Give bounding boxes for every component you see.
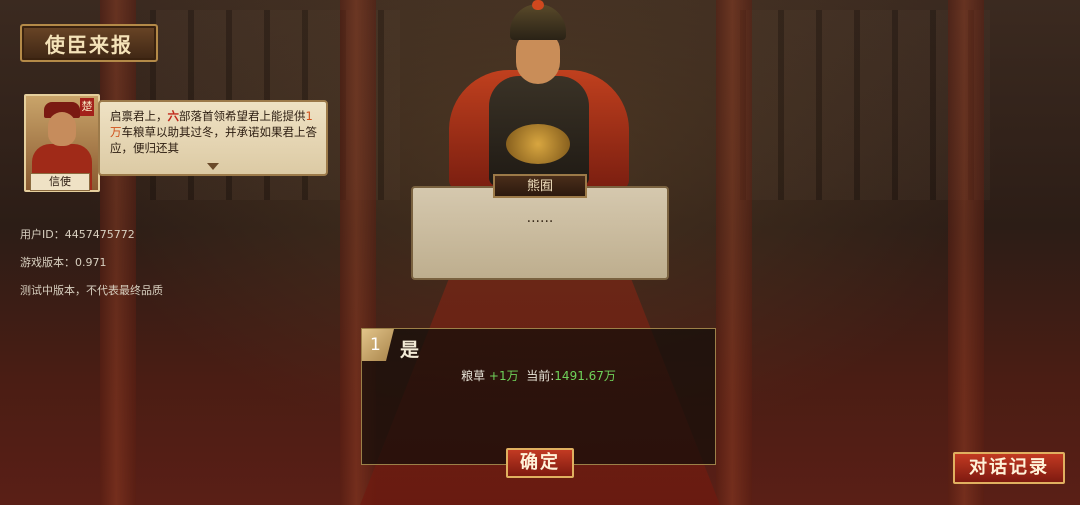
game-version-text: 游戏版本：0.971 bbox=[20, 256, 107, 269]
state-seal: 楚 bbox=[80, 98, 94, 116]
speech-panel: ...... bbox=[411, 186, 669, 280]
effect-current-value: 1491.67万 bbox=[554, 369, 616, 383]
effect-resource-name: 粮草 bbox=[461, 369, 486, 383]
choice-number: 1 bbox=[362, 329, 394, 361]
pillar bbox=[716, 0, 752, 505]
user-id-text: 用户ID：4457475772 bbox=[20, 228, 135, 241]
pillar bbox=[100, 0, 136, 505]
dialogue-log-button[interactable]: 对话记录 bbox=[953, 452, 1065, 484]
choice-label: 是 bbox=[400, 339, 420, 361]
choice-option-1[interactable]: 1 是 粮草 +1万 当前:1491.67万 bbox=[361, 328, 716, 465]
envoy-role-label: 信使 bbox=[30, 173, 90, 191]
effect-delta: +1万 bbox=[488, 369, 519, 383]
pillar bbox=[948, 0, 984, 505]
choice-effect: 粮草 +1万 当前:1491.67万 bbox=[362, 367, 715, 384]
general-character bbox=[444, 0, 634, 190]
event-title: 使臣来报 bbox=[20, 24, 158, 62]
effect-current-label: 当前: bbox=[526, 369, 555, 383]
test-notice-text: 测试中版本，不代表最终品质 bbox=[20, 284, 163, 297]
speaker-name: 熊囿 bbox=[493, 174, 587, 198]
more-text-arrow-icon[interactable] bbox=[207, 163, 219, 170]
envoy-message: 启禀君上，六部落首领希望君上能提供1万车粮草以助其过冬，并承诺如果君上答应，便归… bbox=[98, 100, 328, 176]
confirm-button[interactable]: 确定 bbox=[506, 448, 574, 478]
